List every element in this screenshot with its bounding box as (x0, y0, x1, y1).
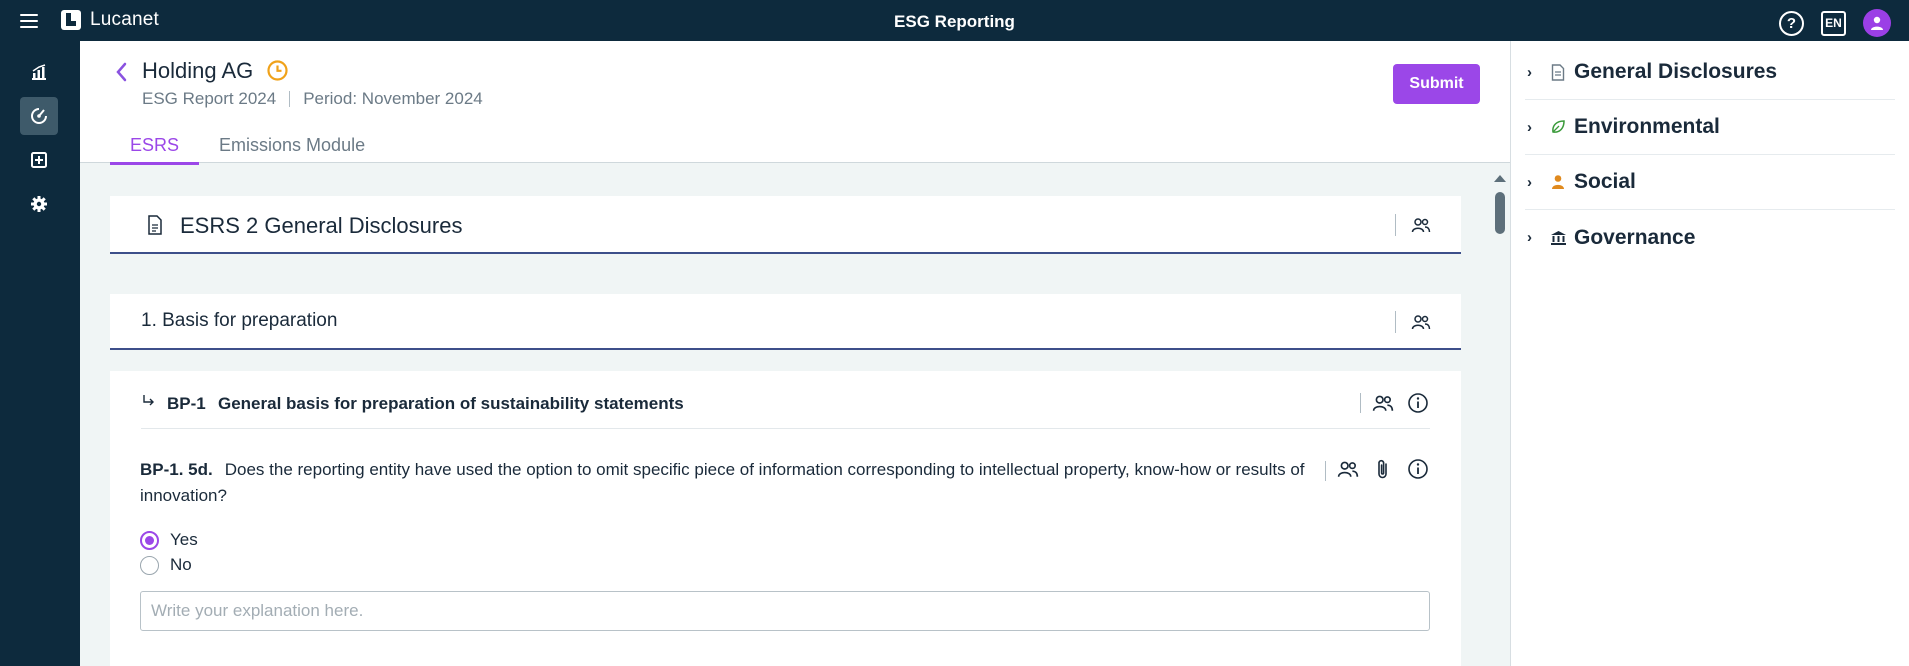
chevron-right-icon: › (1527, 63, 1532, 81)
question-text: Does the reporting entity have used the … (140, 460, 1305, 505)
lucanet-logo-icon (61, 10, 81, 30)
tab-emissions-module[interactable]: Emissions Module (199, 133, 385, 165)
report-name: ESG Report 2024 (142, 89, 277, 108)
scroll-thumb[interactable] (1495, 192, 1505, 234)
tab-bar: ESRS Emissions Module (110, 133, 385, 165)
rail-item-data-entry[interactable] (20, 141, 58, 179)
explanation-input[interactable] (140, 591, 1430, 631)
nav-item-environmental[interactable]: › Environmental (1525, 100, 1895, 155)
radio-label: No (170, 555, 192, 574)
assignees-button[interactable] (1408, 212, 1434, 238)
divider (1360, 393, 1361, 413)
top-bar: Lucanet ESG Reporting ? EN (0, 0, 1909, 41)
brand[interactable]: Lucanet (60, 9, 159, 31)
nav-item-label: Social (1574, 170, 1636, 193)
radio-option-no[interactable]: No (140, 555, 192, 575)
info-button[interactable] (1405, 390, 1431, 416)
app-title: ESG Reporting (894, 12, 1015, 31)
disclosure-header: BP-1 General basis for preparation of su… (141, 382, 1430, 429)
rail-item-settings[interactable] (20, 185, 58, 223)
assignees-button[interactable] (1335, 456, 1361, 482)
radio-label: Yes (170, 530, 198, 549)
institution-icon (1549, 229, 1567, 247)
main-content: Holding AG ESG Report 2024 Period: Novem… (80, 41, 1510, 666)
info-button[interactable] (1405, 456, 1431, 482)
subsection-card[interactable]: 1. Basis for preparation (110, 294, 1461, 350)
subitem-arrow-icon (143, 395, 154, 406)
reporting-icon (31, 108, 47, 124)
scroll-up-arrow-icon[interactable] (1494, 175, 1506, 182)
scrollbar[interactable] (1492, 171, 1508, 666)
info-icon (1408, 459, 1428, 479)
left-navigation-rail (0, 41, 80, 666)
attachment-button[interactable] (1370, 456, 1396, 482)
users-icon (1337, 461, 1359, 477)
users-icon (1372, 395, 1394, 411)
plus-square-icon (31, 152, 47, 168)
document-icon (148, 215, 162, 235)
rail-item-analytics[interactable] (20, 53, 58, 91)
section-title: ESRS 2 General Disclosures (180, 213, 463, 238)
page-header: Holding AG ESG Report 2024 Period: Novem… (80, 41, 1510, 165)
user-icon (1871, 16, 1883, 30)
disclosure-title: General basis for preparation of sustain… (218, 394, 684, 413)
assignees-button[interactable] (1408, 309, 1434, 335)
nav-item-label: General Disclosures (1574, 60, 1778, 83)
nav-item-social[interactable]: › Social (1525, 155, 1895, 210)
users-icon (1411, 315, 1431, 330)
divider (1325, 461, 1326, 481)
brand-name: Lucanet (90, 9, 160, 30)
settings-icon (31, 196, 47, 212)
nav-item-governance[interactable]: › Governance (1525, 210, 1895, 265)
clock-icon[interactable] (266, 59, 289, 82)
menu-icon[interactable] (20, 14, 38, 28)
language-button[interactable]: EN (1821, 10, 1846, 36)
avatar[interactable] (1863, 9, 1891, 37)
subsection-title: 1. Basis for preparation (141, 310, 338, 331)
nav-item-label: Environmental (1574, 115, 1720, 138)
report-period: Period: November 2024 (303, 89, 483, 108)
divider (1395, 311, 1396, 333)
document-icon (1549, 63, 1567, 81)
paperclip-icon (1378, 459, 1387, 479)
chevron-right-icon: › (1527, 118, 1532, 136)
assignees-button[interactable] (1370, 390, 1396, 416)
nav-item-label: Governance (1574, 225, 1696, 249)
tab-esrs[interactable]: ESRS (110, 133, 200, 165)
right-navigation-panel: › General Disclosures › Environmental › … (1510, 41, 1909, 666)
divider (1395, 214, 1396, 236)
info-icon (1408, 393, 1428, 413)
radio-option-yes[interactable]: Yes (140, 530, 198, 550)
nav-item-general-disclosures[interactable]: › General Disclosures (1525, 45, 1895, 100)
rail-item-reporting[interactable] (20, 97, 58, 135)
submit-button[interactable]: Submit (1393, 64, 1480, 104)
chart-icon (32, 64, 46, 80)
leaf-icon (1549, 118, 1567, 136)
divider (289, 91, 291, 107)
disclosure-code: BP-1 (167, 394, 206, 413)
users-icon (1411, 218, 1431, 233)
help-icon[interactable]: ? (1779, 10, 1804, 36)
chevron-right-icon: › (1527, 173, 1532, 191)
person-icon (1549, 173, 1567, 191)
page-title: Holding AG (142, 58, 254, 83)
section-card[interactable]: ESRS 2 General Disclosures (110, 196, 1461, 254)
chevron-right-icon: › (1527, 229, 1532, 246)
radio-button[interactable] (140, 530, 159, 550)
question-label: BP-1. 5d. Does the reporting entity have … (140, 457, 1380, 509)
question-code: BP-1. 5d. (140, 460, 213, 479)
radio-button[interactable] (140, 555, 159, 575)
report-info: ESG Report 2024 Period: November 2024 (142, 89, 483, 109)
back-arrow-icon[interactable] (114, 61, 130, 83)
